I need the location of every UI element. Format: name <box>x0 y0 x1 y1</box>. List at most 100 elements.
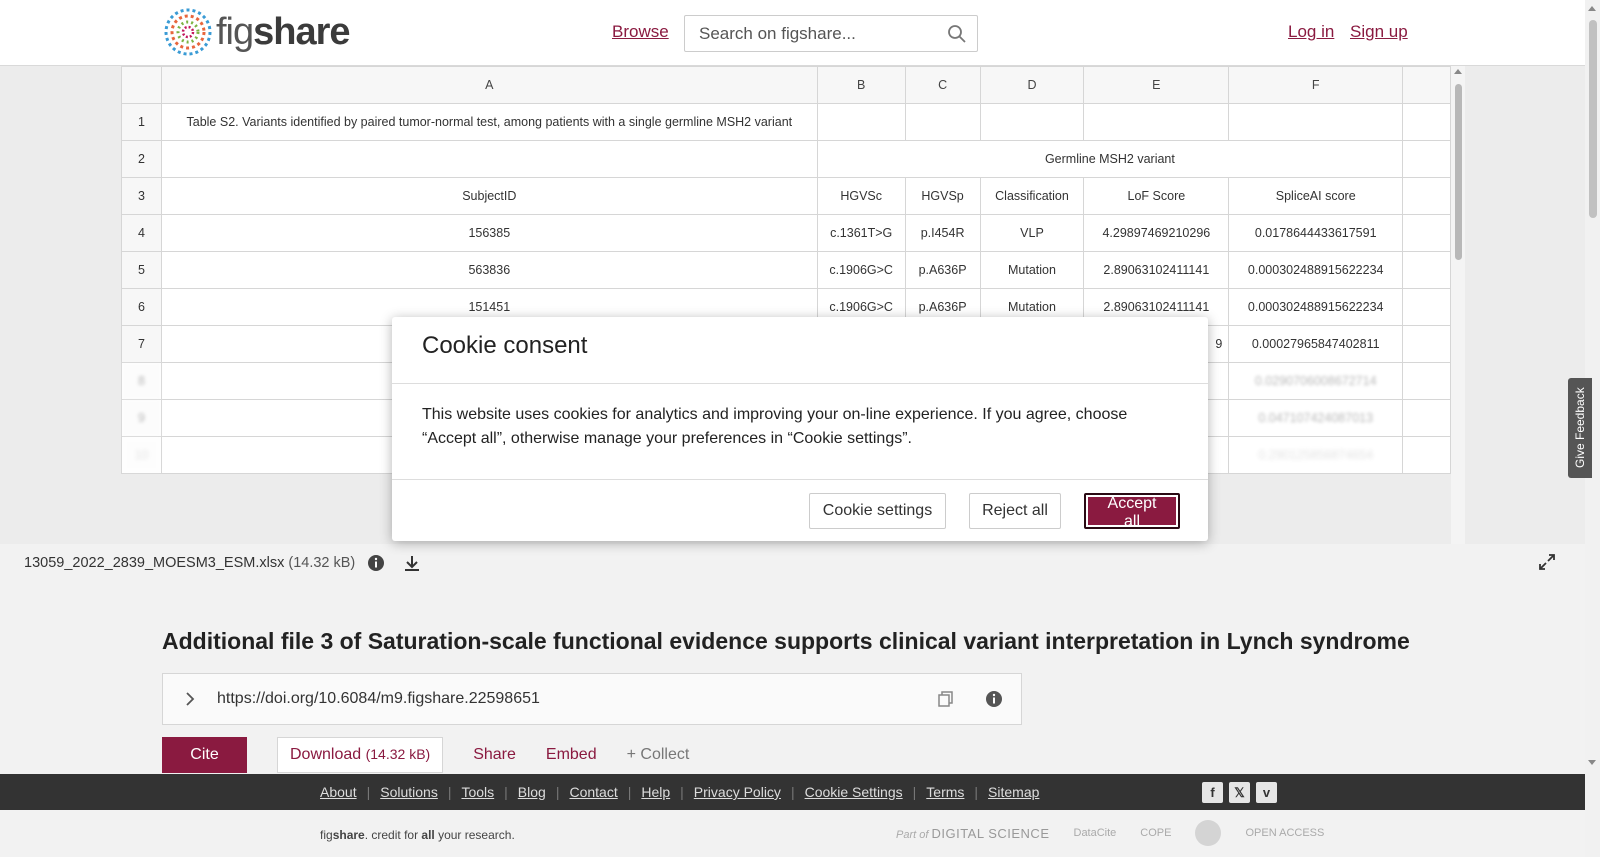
tagline-share: share <box>332 828 365 842</box>
table-row: 4 156385 c.1361T>G p.I454R VLP 4.2989746… <box>121 214 1451 252</box>
facebook-icon[interactable]: f <box>1202 782 1223 803</box>
table-cell: 0.0178644433617591 <box>1228 214 1404 252</box>
table-row: 1 Table S2. Variants identified by paire… <box>121 103 1451 141</box>
column-header: C <box>904 66 981 104</box>
row-number: 9 <box>121 399 162 437</box>
download-label: Download <box>290 746 362 763</box>
footer-link-solutions[interactable]: Solutions <box>380 784 438 800</box>
file-size: (14.32 kB) <box>288 555 356 571</box>
footer-link-terms[interactable]: Terms <box>926 784 964 800</box>
table-cell <box>1402 362 1451 400</box>
row-number: 10 <box>121 436 162 474</box>
footer-link-tools[interactable]: Tools <box>461 784 494 800</box>
row-number: 8 <box>121 362 162 400</box>
open-access-logo[interactable]: OPEN ACCESS <box>1245 827 1324 839</box>
table-cell: 0.290125856874654 <box>1228 436 1404 474</box>
download-icon[interactable] <box>403 554 421 572</box>
partner-part-of: Part of <box>896 828 929 841</box>
preview-scrollbar-thumb[interactable] <box>1455 84 1462 260</box>
article-actions: Cite Download (14.32 kB) Share Embed + C… <box>162 737 689 773</box>
fullscreen-icon[interactable] <box>1539 554 1555 570</box>
column-header: E <box>1083 66 1230 104</box>
footer-link-cookie-settings[interactable]: Cookie Settings <box>805 784 903 800</box>
scroll-up-arrow-icon[interactable] <box>1454 69 1462 74</box>
preview-scrollbar[interactable] <box>1451 66 1465 544</box>
row-number: 2 <box>121 140 162 178</box>
share-link[interactable]: Share <box>473 746 516 764</box>
digital-science-logo[interactable]: Part of DIGITAL SCIENCE <box>896 826 1050 841</box>
tagline-mid: . credit for <box>364 828 422 842</box>
scroll-up-arrow-icon[interactable] <box>1588 6 1596 11</box>
footer-separator: | <box>790 784 795 800</box>
row-number: 3 <box>121 177 162 215</box>
table-cell: Table S2. Variants identified by paired … <box>160 103 818 141</box>
accept-all-button[interactable]: Accept all <box>1084 493 1180 530</box>
footer-link-sitemap[interactable]: Sitemap <box>988 784 1039 800</box>
browse-link[interactable]: Browse <box>612 22 669 42</box>
row-number: 7 <box>121 325 162 363</box>
footer-link-about[interactable]: About <box>320 784 357 800</box>
collect-link[interactable]: + Collect <box>627 746 690 764</box>
column-header: A <box>160 66 818 104</box>
table-cell: 0.047107424087013 <box>1228 399 1404 437</box>
table-cell: 0.00027965847402811 <box>1228 325 1404 363</box>
footer-link-contact[interactable]: Contact <box>569 784 617 800</box>
footer-separator: | <box>555 784 560 800</box>
divider <box>392 479 1208 480</box>
table-cell: 2.89063102411141 <box>1083 251 1230 289</box>
search-icon[interactable] <box>947 24 967 44</box>
reject-all-button[interactable]: Reject all <box>969 493 1061 529</box>
cookie-consent-dialog: Cookie consent This website uses cookies… <box>392 317 1208 541</box>
datacite-logo[interactable]: DataCite <box>1074 827 1117 839</box>
footer-link-help[interactable]: Help <box>641 784 670 800</box>
row-number: 5 <box>121 251 162 289</box>
cookie-dialog-title: Cookie consent <box>422 332 588 359</box>
article-title: Additional file 3 of Saturation-scale fu… <box>162 628 1410 654</box>
search-box[interactable] <box>684 15 978 52</box>
search-input[interactable] <box>699 23 939 44</box>
signup-link[interactable]: Sign up <box>1350 22 1408 42</box>
vimeo-icon[interactable]: v <box>1256 782 1277 803</box>
table-cell: p.A636P <box>904 251 981 289</box>
table-cell: c.1906G>C <box>816 251 906 289</box>
table-row: 5 563836 c.1906G>C p.A636P Mutation 2.89… <box>121 251 1451 289</box>
cookie-settings-button[interactable]: Cookie settings <box>809 493 946 529</box>
doi-link[interactable]: https://doi.org/10.6084/m9.figshare.2259… <box>217 690 540 708</box>
footer-separator: | <box>366 784 371 800</box>
cite-button[interactable]: Cite <box>162 737 247 773</box>
column-header: B <box>816 66 906 104</box>
column-header: D <box>979 66 1085 104</box>
partner-logos: Part of DIGITAL SCIENCE DataCite COPE OP… <box>896 820 1324 846</box>
table-cell <box>1402 288 1451 326</box>
table-cell: SubjectID <box>160 177 818 215</box>
footer-link-privacy[interactable]: Privacy Policy <box>694 784 781 800</box>
table-cell: HGVSp <box>904 177 981 215</box>
info-icon[interactable] <box>367 554 385 572</box>
figshare-logo[interactable]: figshare <box>162 6 351 58</box>
table-cell: 156385 <box>160 214 818 252</box>
chevron-right-icon[interactable] <box>183 692 197 706</box>
login-link[interactable]: Log in <box>1288 22 1334 42</box>
embed-link[interactable]: Embed <box>546 746 597 764</box>
cope-logo[interactable]: COPE <box>1140 827 1171 839</box>
copy-icon[interactable] <box>937 690 955 708</box>
table-cell <box>1402 325 1451 363</box>
info-icon[interactable] <box>985 690 1003 708</box>
table-cell: p.I454R <box>904 214 981 252</box>
corner-cell <box>121 66 162 104</box>
scroll-down-arrow-icon[interactable] <box>1588 760 1596 765</box>
oaspa-logo-icon[interactable] <box>1195 820 1222 846</box>
doi-box: https://doi.org/10.6084/m9.figshare.2259… <box>162 673 1022 725</box>
tagline-fig: fig <box>320 828 333 842</box>
footer-separator: | <box>680 784 684 800</box>
column-header-empty <box>1402 66 1451 104</box>
row-number: 4 <box>121 214 162 252</box>
download-button[interactable]: Download (14.32 kB) <box>277 737 444 773</box>
x-twitter-icon[interactable]: 𝕏 <box>1229 782 1250 803</box>
footer-link-blog[interactable]: Blog <box>518 784 546 800</box>
table-cell: LoF Score <box>1083 177 1230 215</box>
table-cell <box>1402 140 1451 178</box>
page-scrollbar-thumb[interactable] <box>1589 20 1597 218</box>
give-feedback-tab[interactable]: Give Feedback <box>1568 378 1592 478</box>
site-header: figshare Browse Log in Sign up <box>0 0 1600 66</box>
